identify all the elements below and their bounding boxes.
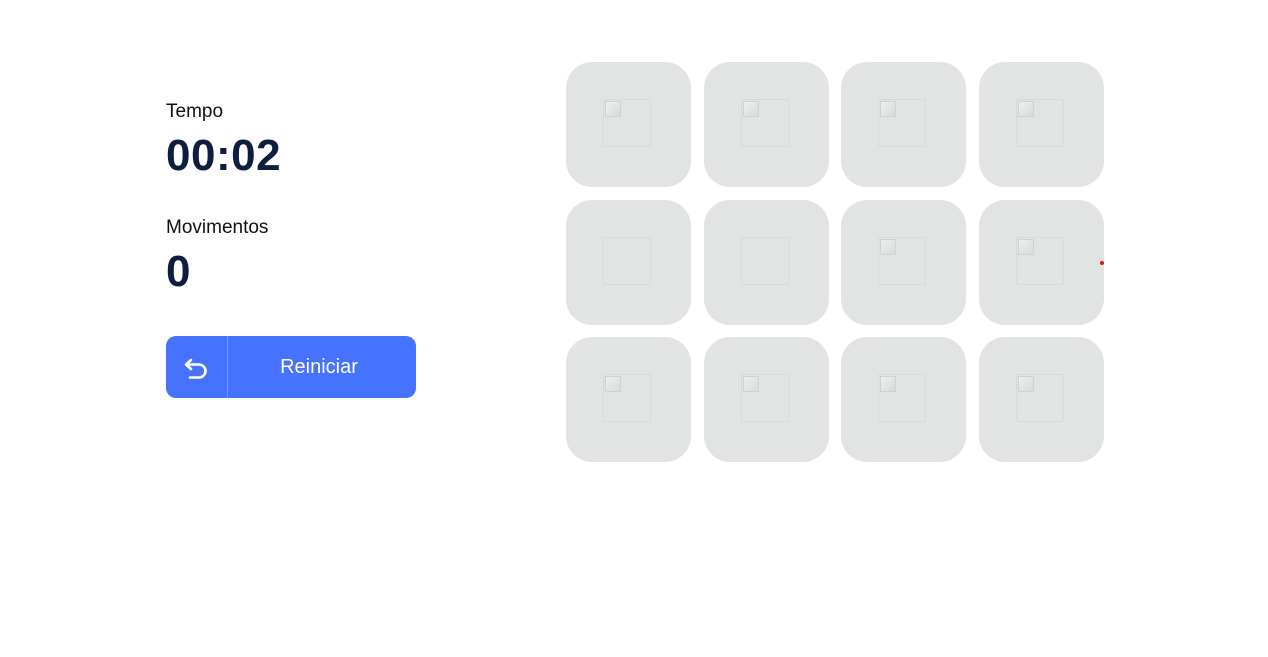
broken-image-icon <box>1015 374 1064 422</box>
card-grid <box>566 62 1104 462</box>
memory-card[interactable] <box>703 337 829 462</box>
memory-card[interactable] <box>978 62 1104 187</box>
card-image-placeholder <box>740 236 789 285</box>
moves-value: 0 <box>166 247 191 296</box>
cursor-indicator <box>1100 261 1104 265</box>
memory-card[interactable] <box>566 62 691 187</box>
memory-card[interactable] <box>841 62 966 187</box>
card-image-placeholder <box>603 236 651 285</box>
memory-card[interactable] <box>978 199 1104 325</box>
memory-card[interactable] <box>703 199 829 325</box>
broken-image-icon <box>603 99 651 147</box>
memory-card[interactable] <box>566 199 691 325</box>
broken-image-icon <box>740 99 789 147</box>
moves-label: Movimentos <box>166 217 269 238</box>
broken-image-icon <box>878 374 926 422</box>
time-label: Tempo <box>166 101 224 122</box>
restart-button[interactable]: Reiniciar <box>166 336 416 398</box>
broken-image-icon <box>603 374 651 422</box>
memory-card[interactable] <box>703 62 829 187</box>
memory-card[interactable] <box>566 337 691 462</box>
broken-image-icon <box>740 374 789 422</box>
time-value: 00:02 <box>166 131 282 180</box>
broken-image-icon <box>878 236 926 285</box>
broken-image-icon <box>878 99 926 147</box>
stats-panel: Tempo 00:02 Movimentos 0 <box>166 100 426 298</box>
memory-card[interactable] <box>841 337 966 462</box>
broken-image-icon <box>1015 99 1064 147</box>
broken-image-icon <box>1015 236 1064 285</box>
memory-card[interactable] <box>978 337 1104 462</box>
restart-button-label: Reiniciar <box>280 355 358 378</box>
memory-game-page: Tempo 00:02 Movimentos 0 Reiniciar <box>0 0 1268 657</box>
undo-arrow-icon <box>166 336 228 398</box>
memory-card[interactable] <box>841 199 966 325</box>
